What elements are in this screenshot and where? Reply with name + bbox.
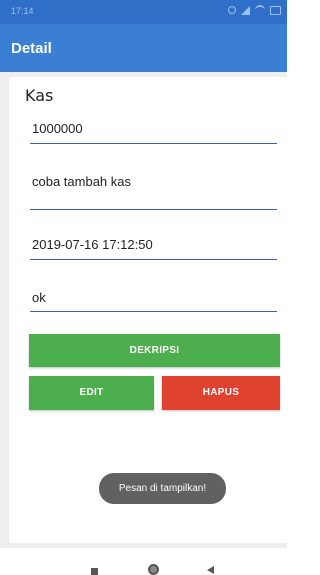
note-field-value: ok [32,290,46,305]
status-bar: 17:14 [0,0,287,24]
clock-icon [228,6,236,14]
app-bar: Detail [0,24,287,72]
recent-apps-icon[interactable] [91,568,98,575]
home-icon[interactable] [148,564,159,575]
delete-button[interactable]: HAPUS [162,376,280,410]
datetime-field-value: 2019-07-16 17:12:50 [32,237,153,252]
description-field-value: coba tambah kas [32,174,132,189]
navigation-bar [0,548,287,575]
detail-title: Kas [25,86,54,105]
description-field[interactable]: coba tambah kas [30,164,277,210]
battery-icon [270,5,281,15]
toast-message: Pesan di tampilkan! [99,473,226,504]
back-icon[interactable] [207,566,214,574]
datetime-field[interactable]: 2019-07-16 17:12:50 [30,227,277,260]
note-field[interactable]: ok [30,280,277,312]
edit-button[interactable]: EDIT [29,376,154,410]
status-time: 17:14 [11,6,34,16]
decrypt-button[interactable]: DEKRIPSI [29,334,280,367]
status-icons [228,5,281,15]
wifi-icon [255,5,265,15]
amount-field[interactable]: 1000000 [30,113,277,144]
signal-icon [241,5,250,15]
page-title: Detail [11,40,52,57]
amount-field-value: 1000000 [32,121,83,136]
